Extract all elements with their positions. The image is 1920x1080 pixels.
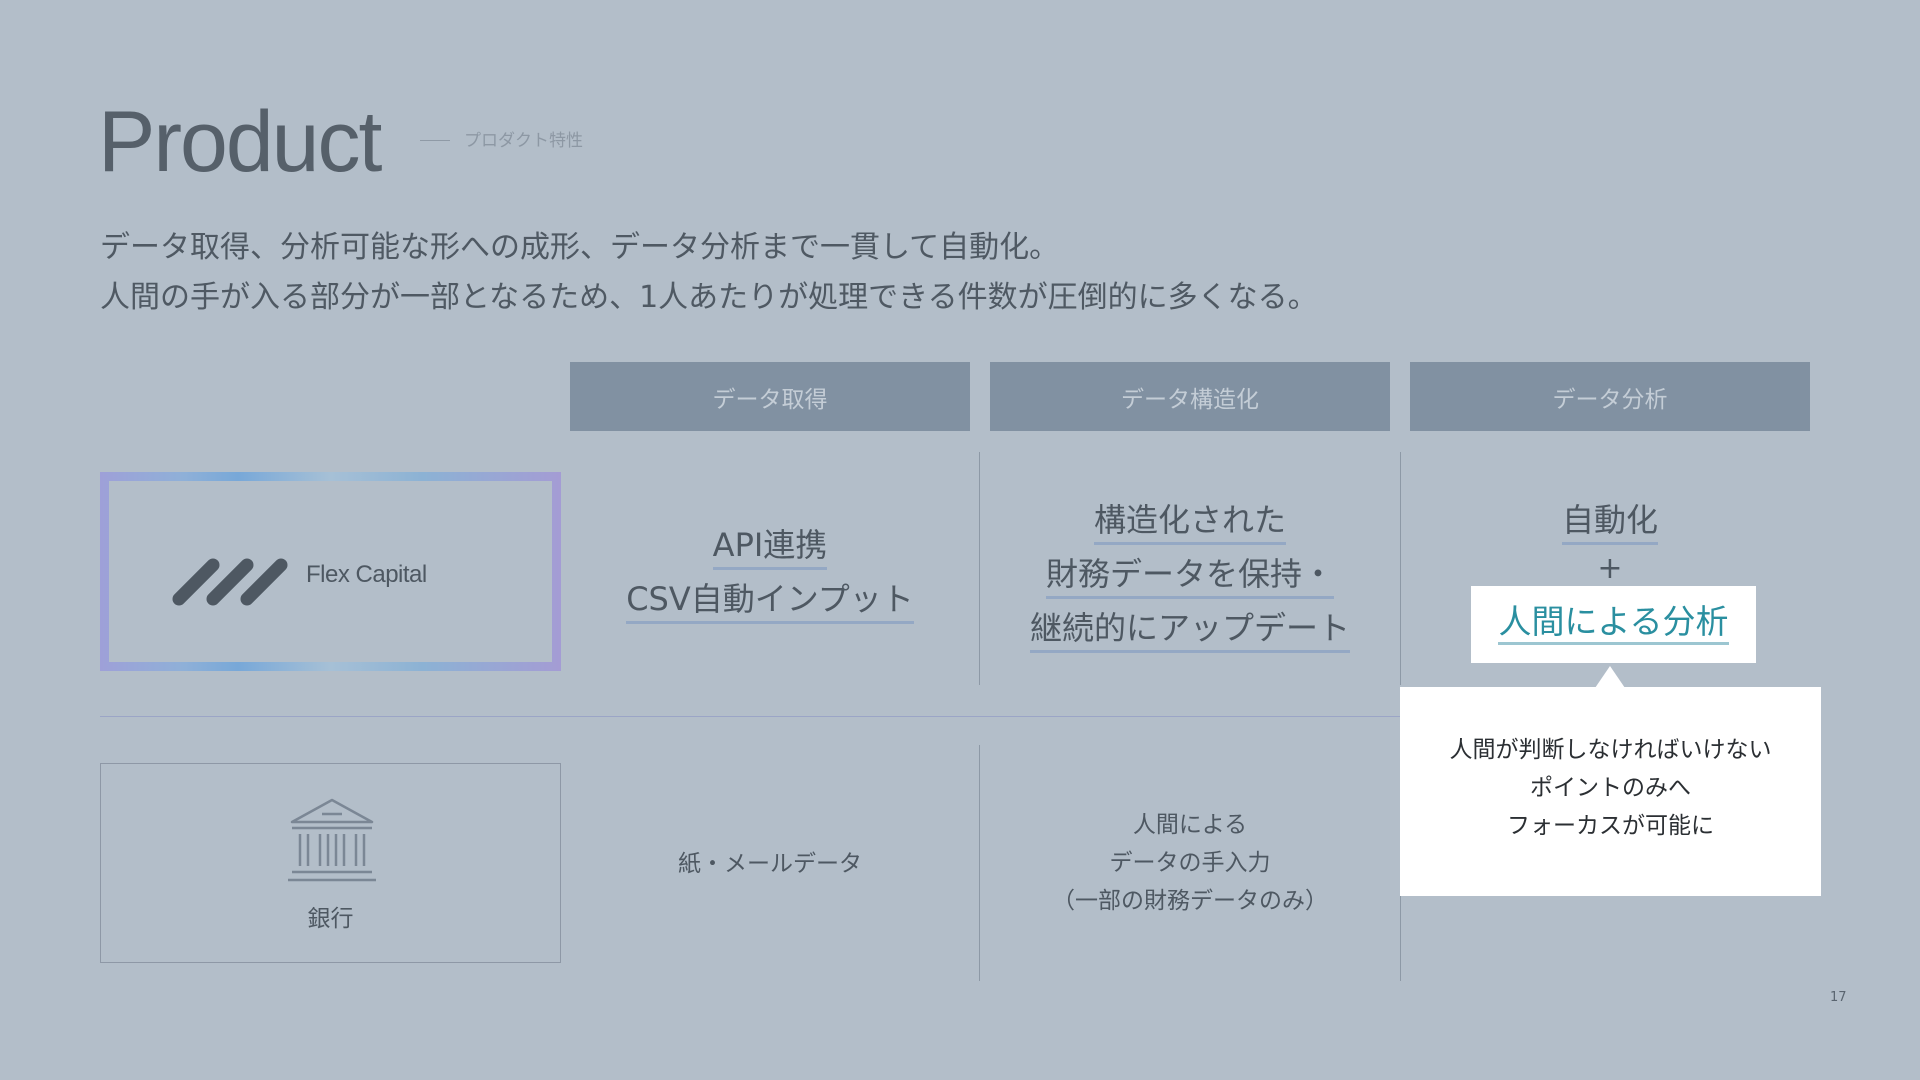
flex-structuring-cell: 構造化された 財務データを保持・ 継続的にアップデート (990, 495, 1390, 657)
flex-structuring-line: 構造化された (1093, 498, 1286, 545)
page-number: 17 (1830, 990, 1847, 1005)
bank-label: 銀行 (307, 906, 354, 932)
bank-structuring-line: （一部の財務データのみ） (1052, 888, 1328, 914)
bank-acquisition-cell: 紙・メールデータ (678, 851, 862, 877)
bank-card: 銀行 (100, 763, 561, 963)
flex-structuring-line: 財務データを保持・ (1045, 552, 1334, 599)
flex-capital-logo-icon (172, 558, 288, 606)
bank-building-icon (288, 798, 376, 882)
human-analysis-highlight: 人間による分析 (1471, 586, 1756, 663)
page-title: Product (98, 94, 382, 190)
lead-line-2: 人間の手が入る部分が一部となるため、1人あたりが処理できる件数が圧倒的に多くなる… (100, 280, 1318, 315)
human-analysis-label: 人間による分析 (1498, 602, 1729, 645)
page-subtitle: プロダクト特性 (464, 131, 583, 151)
flex-analysis-cell: 自動化 (1410, 495, 1810, 549)
callout-line: ポイントのみへ (1530, 775, 1691, 801)
column-divider (1400, 452, 1401, 685)
lead-line-1: データ取得、分析可能な形への成形、データ分析まで一貫して自動化。 (100, 230, 1060, 265)
plus-sign: + (1597, 551, 1623, 586)
callout-line: フォーカスが可能に (1507, 813, 1714, 839)
flex-acquisition-line: API連携 (712, 523, 828, 570)
flex-acquisition-cell: API連携 CSV自動インプット (570, 520, 970, 628)
column-header-analysis: データ分析 (1410, 362, 1810, 431)
flex-capital-logo-text: Flex Capital (306, 561, 427, 588)
flex-analysis-automation: 自動化 (1561, 498, 1658, 545)
column-header-structuring: データ構造化 (990, 362, 1390, 431)
flex-acquisition-line: CSV自動インプット (626, 577, 914, 624)
column-divider (979, 452, 980, 685)
flex-structuring-line: 継続的にアップデート (1029, 606, 1350, 653)
callout-line: 人間が判断しなければいけない (1449, 737, 1772, 763)
bank-structuring-cell: 人間による データの手入力 （一部の財務データのみ） (990, 806, 1390, 920)
callout-box: 人間が判断しなければいけない ポイントのみへ フォーカスが可能に (1400, 687, 1821, 896)
human-analysis-text: 人間による分析 (1471, 600, 1756, 645)
flex-capital-card: Flex Capital (100, 472, 561, 671)
column-header-acquisition: データ取得 (570, 362, 970, 431)
column-divider (979, 745, 980, 981)
callout-pointer (1595, 666, 1625, 688)
row-divider (100, 716, 1400, 717)
bank-structuring-line: 人間による (1132, 812, 1248, 838)
title-divider (420, 140, 450, 141)
bank-structuring-line: データの手入力 (1109, 850, 1271, 876)
callout-text: 人間が判断しなければいけない ポイントのみへ フォーカスが可能に (1400, 731, 1821, 845)
